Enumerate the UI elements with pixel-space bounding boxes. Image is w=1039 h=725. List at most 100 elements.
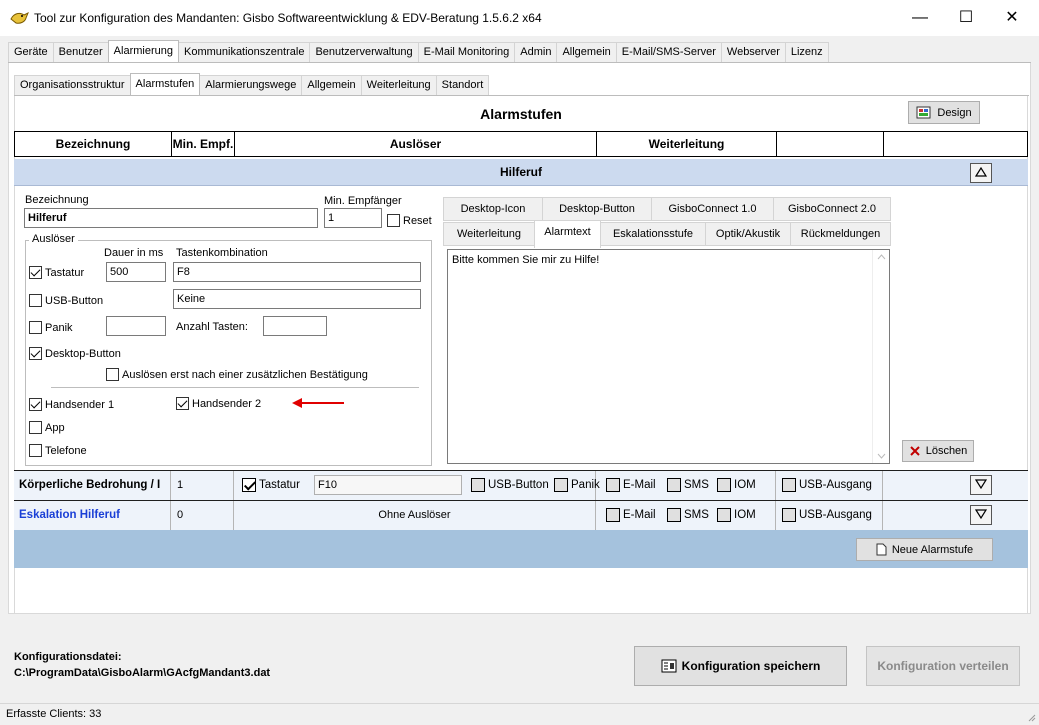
row-tastatur[interactable]: Tastatur (242, 478, 300, 492)
row-sms-checkbox[interactable] (667, 478, 681, 492)
desktop-button-checkbox-box[interactable] (29, 347, 42, 360)
design-button[interactable]: Design (908, 101, 980, 124)
row-sms[interactable]: SMS (667, 478, 709, 492)
app-checkbox-box[interactable] (29, 421, 42, 434)
tastenkombination-label: Tastenkombination (176, 247, 268, 259)
row-usb-ausgang-checkbox[interactable] (782, 508, 796, 522)
close-button[interactable]: ✕ (989, 0, 1035, 36)
subtab-organisationsstruktur[interactable]: Organisationsstruktur (14, 75, 131, 95)
tab-benutzer[interactable]: Benutzer (52, 42, 109, 62)
usb-value-input[interactable]: Keine (173, 289, 421, 309)
table-row[interactable]: Eskalation Hilferuf 0 Ohne Auslöser E-Ma… (14, 500, 1028, 530)
rtab-gisboconnect-1[interactable]: GisboConnect 1.0 (651, 197, 774, 221)
rtab-desktop-icon[interactable]: Desktop-Icon (443, 197, 543, 221)
subtab-standort[interactable]: Standort (435, 75, 490, 95)
anzahl-tasten-input[interactable] (263, 316, 327, 336)
row-email-checkbox[interactable] (606, 478, 620, 492)
row-iom-checkbox[interactable] (717, 508, 731, 522)
row-iom[interactable]: IOM (717, 478, 756, 492)
rtab-gisboconnect-2[interactable]: GisboConnect 2.0 (773, 197, 891, 221)
row-sms-checkbox[interactable] (667, 508, 681, 522)
rtab-rueckmeldungen[interactable]: Rückmeldungen (790, 222, 891, 246)
row-panik[interactable]: Panik (554, 478, 600, 492)
tastatur-dauer-input[interactable]: 500 (106, 262, 166, 282)
rtab-eskalationsstufe[interactable]: Eskalationsstufe (600, 222, 706, 246)
app-checkbox[interactable]: App (29, 421, 65, 434)
rtab-optik-akustik[interactable]: Optik/Akustik (705, 222, 791, 246)
konfiguration-speichern-button[interactable]: Konfiguration speichern (634, 646, 847, 686)
handsender1-checkbox-box[interactable] (29, 398, 42, 411)
usb-button-checkbox[interactable]: USB-Button (29, 294, 103, 307)
scroll-up-icon[interactable] (877, 254, 886, 260)
tab-email-sms-server[interactable]: E-Mail/SMS-Server (615, 42, 722, 62)
row-iom-label: IOM (734, 479, 756, 491)
row-email-checkbox[interactable] (606, 508, 620, 522)
subtab-alarmstufen[interactable]: Alarmstufen (129, 73, 201, 95)
row-usb-button[interactable]: USB-Button (471, 478, 549, 492)
subtab-allgemein[interactable]: Allgemein (301, 75, 362, 95)
tab-webserver[interactable]: Webserver (720, 42, 786, 62)
collapse-up-button[interactable] (970, 163, 992, 183)
row-usb-ausgang[interactable]: USB-Ausgang (782, 508, 872, 522)
rtab-weiterleitung[interactable]: Weiterleitung (443, 222, 535, 246)
subtab-alarmierungswege[interactable]: Alarmierungswege (199, 75, 303, 95)
bezeichnung-input[interactable]: Hilferuf (24, 208, 318, 228)
reset-checkbox-box[interactable] (387, 214, 400, 227)
tab-allgemein[interactable]: Allgemein (556, 42, 617, 62)
row-usb-ausgang[interactable]: USB-Ausgang (782, 478, 872, 492)
expand-down-button[interactable] (970, 475, 992, 495)
maximize-button[interactable]: ☐ (943, 0, 989, 36)
table-row[interactable]: Körperliche Bedrohung / I 1 Tastatur F10… (14, 470, 1028, 500)
subtab-weiterleitung[interactable]: Weiterleitung (360, 75, 437, 95)
row-panik-checkbox[interactable] (554, 478, 568, 492)
tab-benutzerverwaltung[interactable]: Benutzerverwaltung (309, 42, 419, 62)
row-usb-checkbox[interactable] (471, 478, 485, 492)
panik-dauer-input[interactable] (106, 316, 166, 336)
handsender2-checkbox[interactable]: Handsender 2 (176, 397, 261, 410)
row-sms[interactable]: SMS (667, 508, 709, 522)
scroll-down-icon[interactable] (877, 453, 886, 459)
resize-grip-icon[interactable] (1026, 712, 1036, 722)
handsender2-checkbox-box[interactable] (176, 397, 189, 410)
tab-lizenz[interactable]: Lizenz (784, 42, 829, 62)
desktop-button-checkbox[interactable]: Desktop-Button (29, 347, 121, 360)
panik-checkbox[interactable]: Panik (29, 321, 73, 334)
usb-checkbox-box[interactable] (29, 294, 42, 307)
row-iom-checkbox[interactable] (717, 478, 731, 492)
row-usb-ausgang-checkbox[interactable] (782, 478, 796, 492)
reset-checkbox[interactable]: Reset (387, 214, 432, 227)
row-iom-label: IOM (734, 509, 756, 521)
bestaetigung-checkbox-box[interactable] (106, 368, 119, 381)
row-weiterleitung: E-Mail SMS IOM (596, 501, 776, 530)
telefone-checkbox-box[interactable] (29, 444, 42, 457)
tab-admin[interactable]: Admin (514, 42, 558, 62)
alarmtext-scrollbar[interactable] (872, 250, 889, 463)
telefone-checkbox[interactable]: Telefone (29, 444, 87, 457)
tastatur-kombi-input[interactable]: F8 (173, 262, 421, 282)
main-tab-bar: Geräte Benutzer Alarmierung Kommunikatio… (8, 40, 829, 62)
row-tastatur-value[interactable]: F10 (314, 475, 462, 495)
row-iom[interactable]: IOM (717, 508, 756, 522)
panik-checkbox-box[interactable] (29, 321, 42, 334)
tab-alarmierung[interactable]: Alarmierung (107, 40, 179, 62)
loeschen-button[interactable]: Löschen (902, 440, 974, 462)
row-email[interactable]: E-Mail (606, 508, 656, 522)
neue-alarmstufe-button[interactable]: Neue Alarmstufe (856, 538, 993, 561)
min-empfaenger-input[interactable]: 1 (324, 208, 382, 228)
rtab-desktop-button[interactable]: Desktop-Button (542, 197, 652, 221)
handsender1-checkbox[interactable]: Handsender 1 (29, 398, 114, 411)
tab-kommunikationszentrale[interactable]: Kommunikationszentrale (177, 42, 311, 62)
alarmtext-textarea[interactable]: Bitte kommen Sie mir zu Hilfe! (447, 249, 890, 464)
tastatur-checkbox-box[interactable] (29, 266, 42, 279)
tab-geraete[interactable]: Geräte (8, 42, 54, 62)
expand-down-button[interactable] (970, 505, 992, 525)
minimize-button[interactable]: — (897, 0, 943, 36)
bestaetigung-checkbox[interactable]: Auslösen erst nach einer zusätzlichen Be… (106, 368, 368, 381)
tab-email-monitoring[interactable]: E-Mail Monitoring (417, 42, 516, 62)
tastatur-checkbox[interactable]: Tastatur (29, 266, 84, 279)
konfiguration-verteilen-button[interactable]: Konfiguration verteilen (866, 646, 1020, 686)
row-tastatur-checkbox[interactable] (242, 478, 256, 492)
anzahl-tasten-label: Anzahl Tasten: (176, 321, 248, 333)
rtab-alarmtext[interactable]: Alarmtext (534, 220, 601, 248)
row-email[interactable]: E-Mail (606, 478, 656, 492)
